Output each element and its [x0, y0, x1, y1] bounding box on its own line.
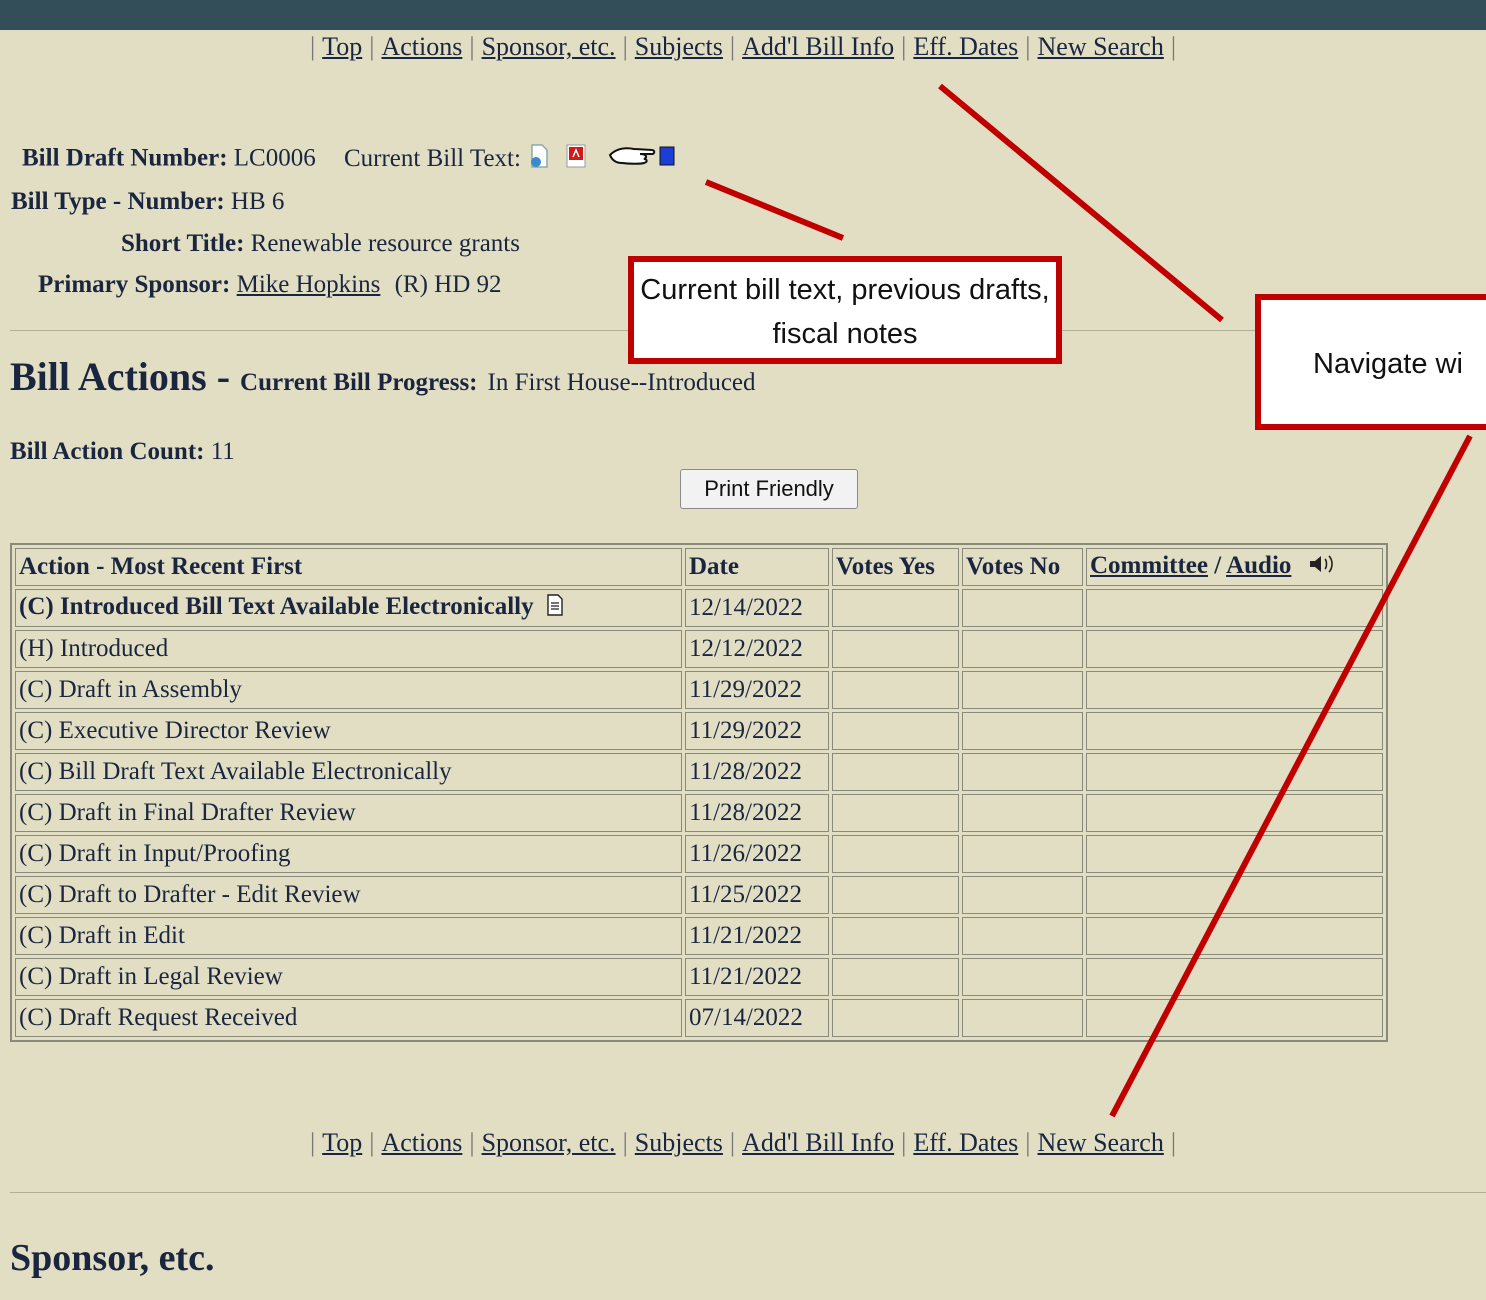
navigate-callout: Navigate wi — [1255, 294, 1486, 430]
arrow-to-bottom-nav — [1109, 434, 1473, 1118]
bill-text-callout: Current bill text, previous drafts, fisc… — [628, 256, 1062, 364]
annotation-arrows — [704, 83, 1473, 1118]
arrow-to-bill-text — [704, 179, 845, 241]
